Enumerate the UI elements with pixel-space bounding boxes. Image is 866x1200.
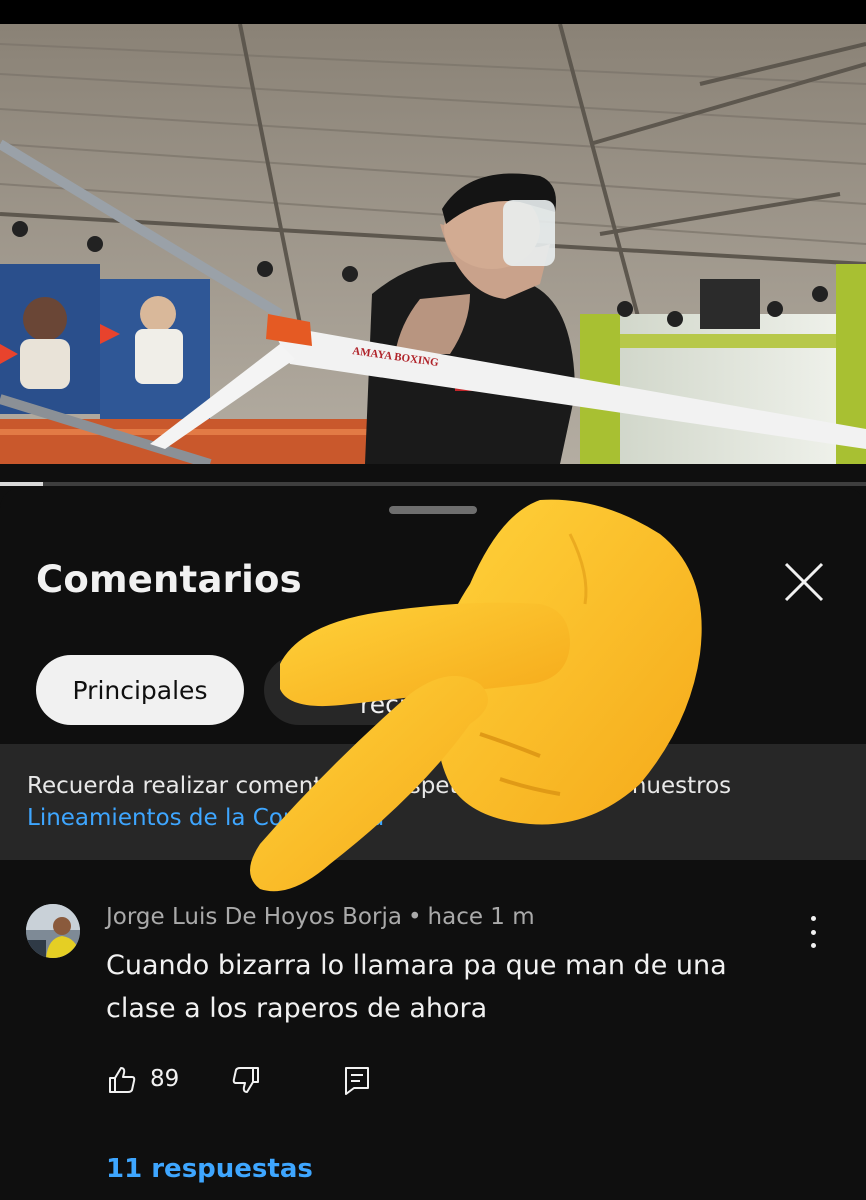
- comment-time: hace 1 m: [427, 904, 535, 930]
- like-button[interactable]: [106, 1060, 138, 1100]
- chip-principales[interactable]: Principales: [36, 655, 244, 725]
- replies-link[interactable]: 11 respuestas: [106, 1154, 313, 1184]
- notice-text: Recuerda realizar comentarios respetuoso…: [27, 773, 732, 799]
- more-options-button[interactable]: [800, 916, 826, 948]
- community-notice: Recuerda realizar comentarios respetuoso…: [0, 744, 866, 860]
- more-vert-icon-dot: [810, 943, 816, 948]
- more-vert-icon: [810, 916, 816, 921]
- video-player[interactable]: AMAYA BOXING: [0, 24, 866, 464]
- guidelines-link[interactable]: Lineamientos de la Comunidad: [27, 802, 838, 834]
- close-icon: [784, 562, 824, 602]
- meta-separator: •: [407, 904, 422, 930]
- video-frame: AMAYA BOXING: [0, 24, 866, 464]
- dislike-button[interactable]: [230, 1060, 262, 1100]
- reply-button[interactable]: [342, 1060, 372, 1100]
- thumb-down-icon: [232, 1067, 259, 1093]
- thumb-up-icon: [109, 1067, 136, 1093]
- comments-panel: Comentarios Principales Más recientes Re…: [0, 488, 866, 1200]
- video-progress-bar[interactable]: [0, 482, 866, 486]
- avatar[interactable]: [26, 904, 80, 958]
- more-vert-icon-dot: [810, 929, 816, 935]
- comment-text: Cuando bizarra lo llamara pa que man de …: [106, 950, 727, 1024]
- avatar-image: [26, 904, 80, 958]
- reply-icon: [345, 1067, 369, 1095]
- like-count: 89: [150, 1066, 180, 1092]
- comment-meta: Jorge Luis De Hoyos Borja • hace 1 m: [106, 904, 535, 930]
- panel-title: Comentarios: [36, 558, 302, 601]
- comment-author[interactable]: Jorge Luis De Hoyos Borja: [106, 904, 402, 930]
- chip-recientes[interactable]: Más recientes: [264, 655, 504, 725]
- status-bar-area: [0, 0, 866, 24]
- drag-handle[interactable]: [389, 506, 477, 514]
- video-progress-fill: [0, 482, 44, 486]
- close-button[interactable]: [778, 556, 830, 608]
